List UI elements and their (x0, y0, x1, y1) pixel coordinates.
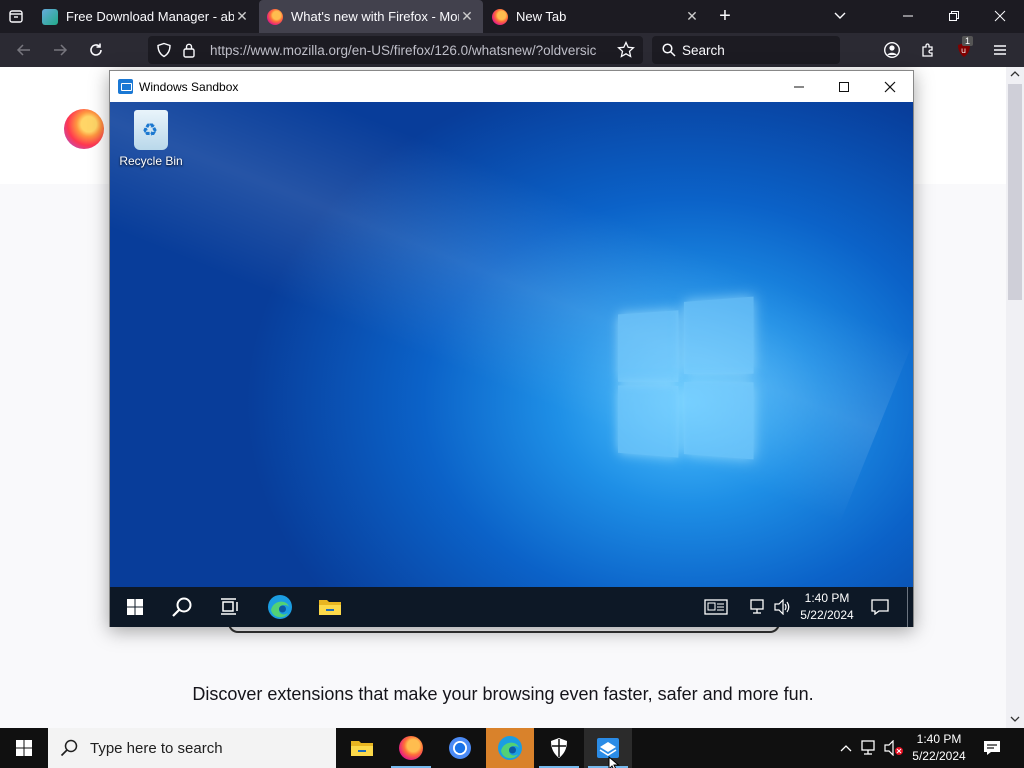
start-windows-icon[interactable] (0, 728, 48, 768)
list-all-tabs-chevron-icon[interactable] (828, 4, 852, 28)
show-desktop-divider[interactable] (907, 587, 908, 627)
sandbox-minimize-icon[interactable] (776, 71, 822, 102)
firefox-icon (267, 8, 283, 25)
show-hidden-icons-chevron-icon[interactable] (832, 728, 860, 768)
firefox-view-icon[interactable] (4, 4, 28, 28)
scroll-up-arrow-icon[interactable] (1010, 70, 1020, 78)
windows-security-shield-icon[interactable] (535, 728, 583, 768)
sandbox-taskbar: 1:40 PM 5/22/2024 (110, 587, 913, 627)
browser-tab-bar: Free Download Manager - abso ✕ What's ne… (0, 0, 1024, 33)
tab-title: New Tab (516, 9, 567, 24)
edge-taskbar-icon[interactable] (486, 728, 534, 768)
windows-sandbox-window[interactable]: Windows Sandbox Recycle Bin (109, 70, 914, 627)
lock-icon[interactable] (182, 42, 196, 58)
taskbar-search-icon (60, 739, 78, 757)
firefox-icon (492, 8, 508, 25)
sandbox-window-title: Windows Sandbox (139, 79, 239, 94)
tab-new-tab[interactable]: New Tab ✕ (484, 0, 708, 33)
tracking-protection-shield-icon[interactable] (156, 42, 172, 58)
sandbox-close-icon[interactable] (867, 71, 913, 102)
bookmark-star-icon[interactable] (617, 41, 635, 59)
sandbox-notifications-icon[interactable] (862, 587, 898, 627)
taskbar-clock-date: 5/22/2024 (912, 749, 966, 763)
firefox-logo-icon (64, 109, 104, 149)
search-placeholder: Search (682, 42, 725, 58)
url-text: https://www.mozilla.org/en-US/firefox/12… (210, 42, 597, 58)
forward-arrow-icon[interactable] (48, 38, 72, 62)
sandbox-volume-icon[interactable] (772, 587, 794, 627)
search-icon (662, 43, 676, 57)
scrollbar-thumb[interactable] (1008, 84, 1022, 300)
tab-free-download-manager[interactable]: Free Download Manager - abso ✕ (34, 0, 258, 33)
sandbox-network-icon[interactable] (748, 587, 770, 627)
reload-icon[interactable] (84, 38, 108, 62)
discover-extensions-text: Discover extensions that make your brows… (192, 684, 814, 704)
window-restore-icon[interactable] (942, 4, 966, 28)
tab-title: Free Download Manager - abso (66, 9, 234, 24)
sandbox-start-windows-icon[interactable] (112, 587, 158, 627)
tab-title: What's new with Firefox - More (291, 9, 459, 24)
taskbar-clock-time: 1:40 PM (916, 732, 962, 746)
taskbar-search-box[interactable]: Type here to search (48, 728, 336, 768)
recycle-bin-icon (134, 110, 168, 150)
back-arrow-icon[interactable] (12, 38, 36, 62)
extensions-puzzle-icon[interactable] (916, 38, 940, 62)
ublock-origin-icon[interactable]: u 1 (952, 36, 976, 62)
window-close-icon[interactable] (988, 4, 1012, 28)
sandbox-search-icon[interactable] (158, 587, 206, 627)
fdm-icon (42, 8, 58, 25)
sandbox-task-view-icon[interactable] (206, 587, 254, 627)
window-minimize-icon[interactable] (896, 4, 920, 28)
taskbar-clock[interactable]: 1:40 PM 5/22/2024 (906, 731, 972, 765)
volume-muted-icon[interactable] (882, 728, 906, 768)
sandbox-title-bar[interactable]: Windows Sandbox (110, 71, 913, 102)
action-center-notifications-icon[interactable] (974, 728, 1010, 768)
search-bar[interactable]: Search (652, 36, 840, 64)
hamburger-menu-icon[interactable] (988, 38, 1012, 62)
sandbox-clock-date: 5/22/2024 (800, 608, 854, 622)
file-explorer-icon[interactable] (338, 728, 386, 768)
network-icon[interactable] (858, 728, 882, 768)
sandbox-file-explorer-icon[interactable] (306, 587, 354, 627)
chrome-icon[interactable] (436, 728, 484, 768)
sandbox-clock-time: 1:40 PM (804, 591, 850, 605)
browser-toolbar: https://www.mozilla.org/en-US/firefox/12… (0, 33, 1024, 67)
firefox-taskbar-icon[interactable] (387, 728, 435, 768)
tab-whats-new-firefox[interactable]: What's new with Firefox - More ✕ (259, 0, 483, 33)
sandbox-desktop[interactable]: Recycle Bin (110, 102, 913, 587)
mouse-cursor-icon (608, 756, 620, 768)
windows-logo-wallpaper (618, 296, 758, 460)
recycle-bin-label: Recycle Bin (119, 154, 183, 168)
tab-close-icon[interactable]: ✕ (684, 8, 700, 25)
svg-text:u: u (961, 46, 966, 55)
url-bar[interactable]: https://www.mozilla.org/en-US/firefox/12… (148, 36, 643, 64)
windows-sandbox-icon (118, 79, 133, 94)
tab-close-icon[interactable]: ✕ (459, 8, 475, 25)
new-tab-plus-icon[interactable]: + (713, 4, 737, 28)
host-taskbar: Type here to search 1:40 PM 5/22/2024 (0, 728, 1024, 768)
tab-close-icon[interactable]: ✕ (234, 8, 250, 25)
sandbox-clock[interactable]: 1:40 PM 5/22/2024 (796, 590, 858, 624)
extension-badge-count: 1 (962, 36, 974, 46)
sandbox-edge-icon[interactable] (256, 587, 304, 627)
sandbox-maximize-icon[interactable] (821, 71, 867, 102)
sandbox-news-interests-icon[interactable] (698, 587, 734, 627)
scroll-down-arrow-icon[interactable] (1010, 715, 1020, 723)
account-icon[interactable] (880, 38, 904, 62)
taskbar-search-placeholder: Type here to search (90, 739, 223, 757)
recycle-bin-desktop-icon[interactable]: Recycle Bin (116, 110, 186, 168)
wallpaper-light-beam (110, 102, 913, 524)
